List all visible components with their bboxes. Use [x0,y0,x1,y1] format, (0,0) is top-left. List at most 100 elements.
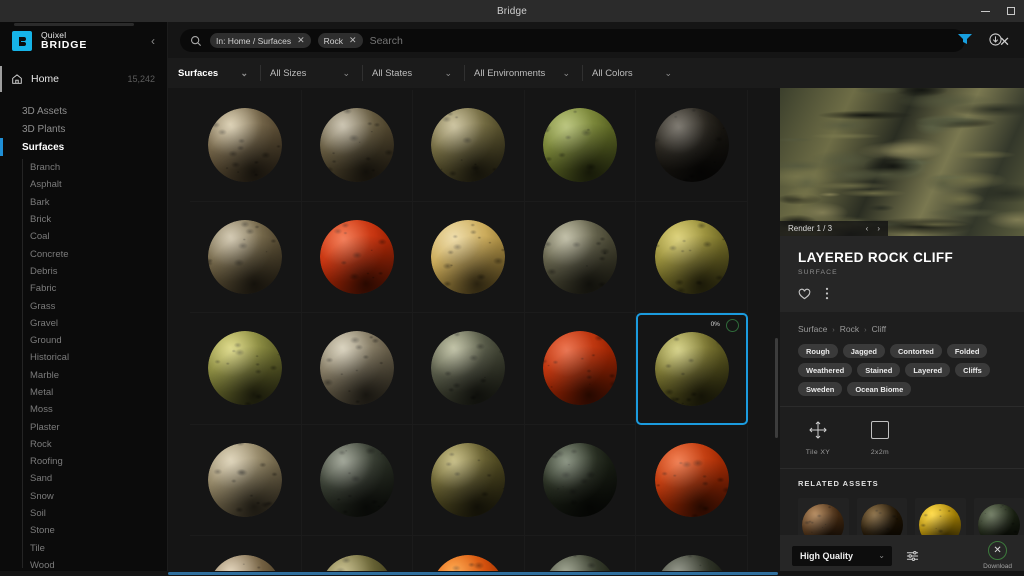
asset-tile[interactable] [301,313,414,425]
filter-surfaces-label: Surfaces [178,67,219,79]
filter-states[interactable]: All States ⌄ [362,58,464,88]
asset-tile[interactable] [636,90,748,202]
sidebar-subitem-bark[interactable]: Bark [30,194,167,211]
breadcrumb-item-surface[interactable]: Surface [798,324,827,334]
filter-icon[interactable] [958,33,972,45]
search-chip-scope[interactable]: In: Home / Surfaces ✕ [210,33,311,48]
sidebar-subitem-fabric[interactable]: Fabric [30,280,167,297]
asset-tile[interactable] [413,90,525,202]
asset-tag[interactable]: Rough [798,344,838,358]
asset-thumbnail [431,331,506,406]
sidebar-subitem-gravel[interactable]: Gravel [30,315,167,332]
horizontal-scrollbar[interactable] [0,571,1024,576]
asset-tag[interactable]: Weathered [798,363,853,377]
sidebar-subitem-coal[interactable]: Coal [30,228,167,245]
asset-tile[interactable] [301,90,414,202]
asset-tile[interactable] [636,424,748,537]
asset-tile[interactable] [190,424,302,537]
collapse-sidebar-button[interactable]: ‹ [151,34,155,48]
asset-tile[interactable] [413,201,525,314]
asset-tile[interactable] [524,90,637,202]
search-chip-scope-remove-icon[interactable]: ✕ [297,35,305,46]
sidebar-item-3d-assets[interactable]: 3D Assets [22,102,167,120]
asset-tag[interactable]: Ocean Biome [847,382,912,396]
downloads-icon[interactable] [989,33,1002,46]
sidebar-subitem-concrete[interactable]: Concrete [30,245,167,262]
minimize-button[interactable] [972,0,998,22]
bridge-app: Bridge Quixel BRIDGE ‹ Home 15,242 3D As… [0,0,1024,576]
filter-sizes[interactable]: All Sizes ⌄ [260,58,362,88]
heart-icon[interactable] [798,288,811,300]
sidebar-subitem-brick[interactable]: Brick [30,211,167,228]
sidebar-subitem-soil[interactable]: Soil [30,505,167,522]
sidebar-scrollbar[interactable] [14,23,134,26]
search-input[interactable] [369,34,955,47]
download-button[interactable]: ✕ Download [983,541,1012,570]
filter-surfaces[interactable]: Surfaces ⌄ [168,58,260,88]
asset-tile[interactable] [524,424,637,537]
asset-tag[interactable]: Jagged [842,344,886,358]
sidebar-top-categories: 3D Assets 3D Plants Surfaces [0,102,167,156]
maximize-button[interactable] [998,0,1024,22]
asset-tag[interactable]: Cliffs [955,363,990,377]
sidebar-subitem-debris[interactable]: Debris [30,263,167,280]
brand: Quixel BRIDGE ‹ [0,22,167,60]
asset-tile[interactable] [524,201,637,314]
asset-tile[interactable]: 0% [636,313,748,425]
asset-tag[interactable]: Contorted [890,344,942,358]
sidebar-subitem-marble[interactable]: Marble [30,367,167,384]
asset-tile[interactable] [301,201,414,314]
asset-tile[interactable] [413,424,525,537]
sidebar-subitem-branch[interactable]: Branch [30,159,167,176]
asset-tile[interactable] [413,313,525,425]
sliders-icon[interactable] [906,550,919,562]
sidebar-subitem-moss[interactable]: Moss [30,401,167,418]
render-prev-button[interactable]: ‹ [866,224,869,233]
breadcrumb: Surface › Rock › Cliff [798,324,1006,334]
asset-tag[interactable]: Layered [905,363,951,377]
more-vertical-icon[interactable] [825,287,829,300]
search-bar[interactable]: In: Home / Surfaces ✕ Rock ✕ [180,29,965,52]
sidebar-item-surfaces[interactable]: Surfaces [0,138,167,156]
download-button-icon: ✕ [988,541,1008,560]
sidebar-item-home[interactable]: Home 15,242 [0,66,167,92]
asset-tile[interactable] [190,201,302,314]
asset-tile[interactable] [636,201,748,314]
filter-environments[interactable]: All Environments ⌄ [464,58,582,88]
asset-thumbnail [319,443,394,518]
sidebar-subitem-historical[interactable]: Historical [30,349,167,366]
asset-tile[interactable] [301,424,414,537]
sidebar-subitem-rock[interactable]: Rock [30,436,167,453]
sidebar-subitem-sand[interactable]: Sand [30,470,167,487]
sidebar-subitem-snow[interactable]: Snow [30,488,167,505]
breadcrumb-item-rock[interactable]: Rock [840,324,859,334]
sidebar-subitem-roofing[interactable]: Roofing [30,453,167,470]
sidebar-subitem-ground[interactable]: Ground [30,332,167,349]
asset-tag[interactable]: Sweden [798,382,843,396]
render-next-button[interactable]: › [877,224,880,233]
window-titlebar: Bridge [0,0,1024,22]
breadcrumb-item-cliff[interactable]: Cliff [872,324,887,334]
sidebar-subitem-metal[interactable]: Metal [30,384,167,401]
search-chip-rock[interactable]: Rock ✕ [317,33,363,48]
filter-colors[interactable]: All Colors ⌄ [582,58,684,88]
asset-tag[interactable]: Stained [857,363,901,377]
horizontal-scrollbar-thumb[interactable] [168,572,778,575]
sidebar-subitem-grass[interactable]: Grass [30,297,167,314]
asset-tile[interactable] [190,313,302,425]
sidebar-subitem-asphalt[interactable]: Asphalt [30,176,167,193]
asset-tile[interactable] [190,90,302,202]
asset-tile[interactable] [524,313,637,425]
asset-tag[interactable]: Folded [946,344,988,358]
sidebar-subitem-tile[interactable]: Tile [30,540,167,557]
asset-preview[interactable]: Render 1 / 3 ‹ › [780,88,1024,236]
window-controls [972,0,1024,22]
search-chip-rock-remove-icon[interactable]: ✕ [349,35,357,46]
property-size: 2x2m [860,417,900,456]
sidebar-subitem-plaster[interactable]: Plaster [30,418,167,435]
quality-select[interactable]: High Quality ⌄ [792,545,892,566]
sidebar-item-3d-plants[interactable]: 3D Plants [22,120,167,138]
sidebar-subitem-stone[interactable]: Stone [30,522,167,539]
window-title: Bridge [496,5,528,17]
grid-scrollbar[interactable] [775,338,778,438]
